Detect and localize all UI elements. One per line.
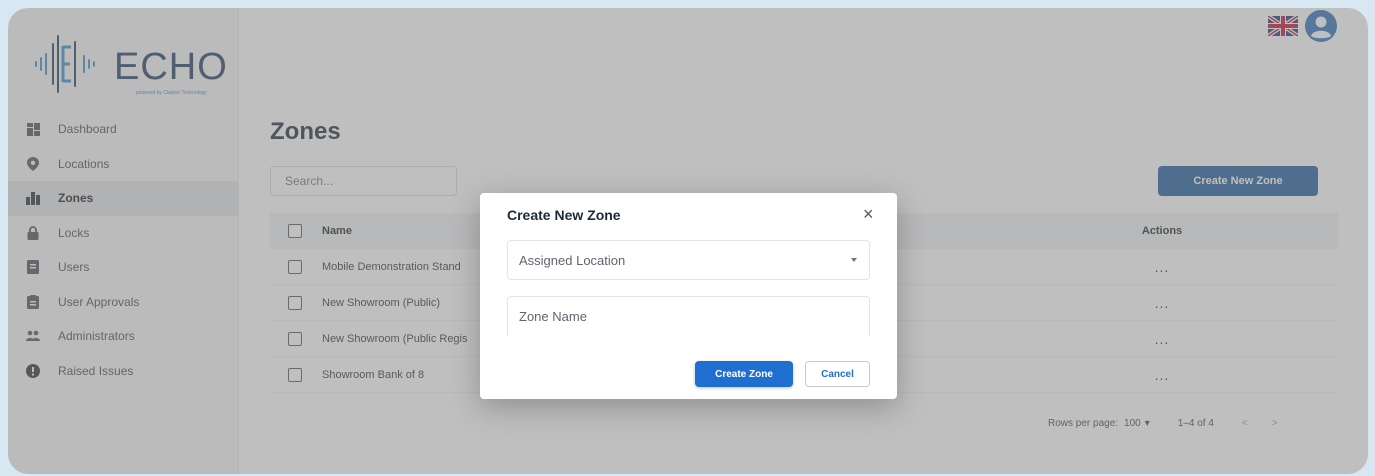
create-zone-button[interactable]: Create Zone	[695, 361, 793, 387]
zone-name-placeholder: Zone Name	[519, 309, 587, 324]
close-icon[interactable]: ×	[863, 204, 874, 225]
dialog-title: Create New Zone	[507, 207, 621, 223]
create-zone-dialog: Create New Zone × Assigned Location Zone…	[480, 193, 897, 399]
chevron-down-icon	[851, 258, 857, 262]
assigned-location-placeholder: Assigned Location	[519, 252, 626, 268]
assigned-location-select[interactable]: Assigned Location	[507, 240, 870, 280]
zone-name-field[interactable]: Zone Name	[507, 296, 870, 336]
cancel-button[interactable]: Cancel	[805, 361, 870, 387]
